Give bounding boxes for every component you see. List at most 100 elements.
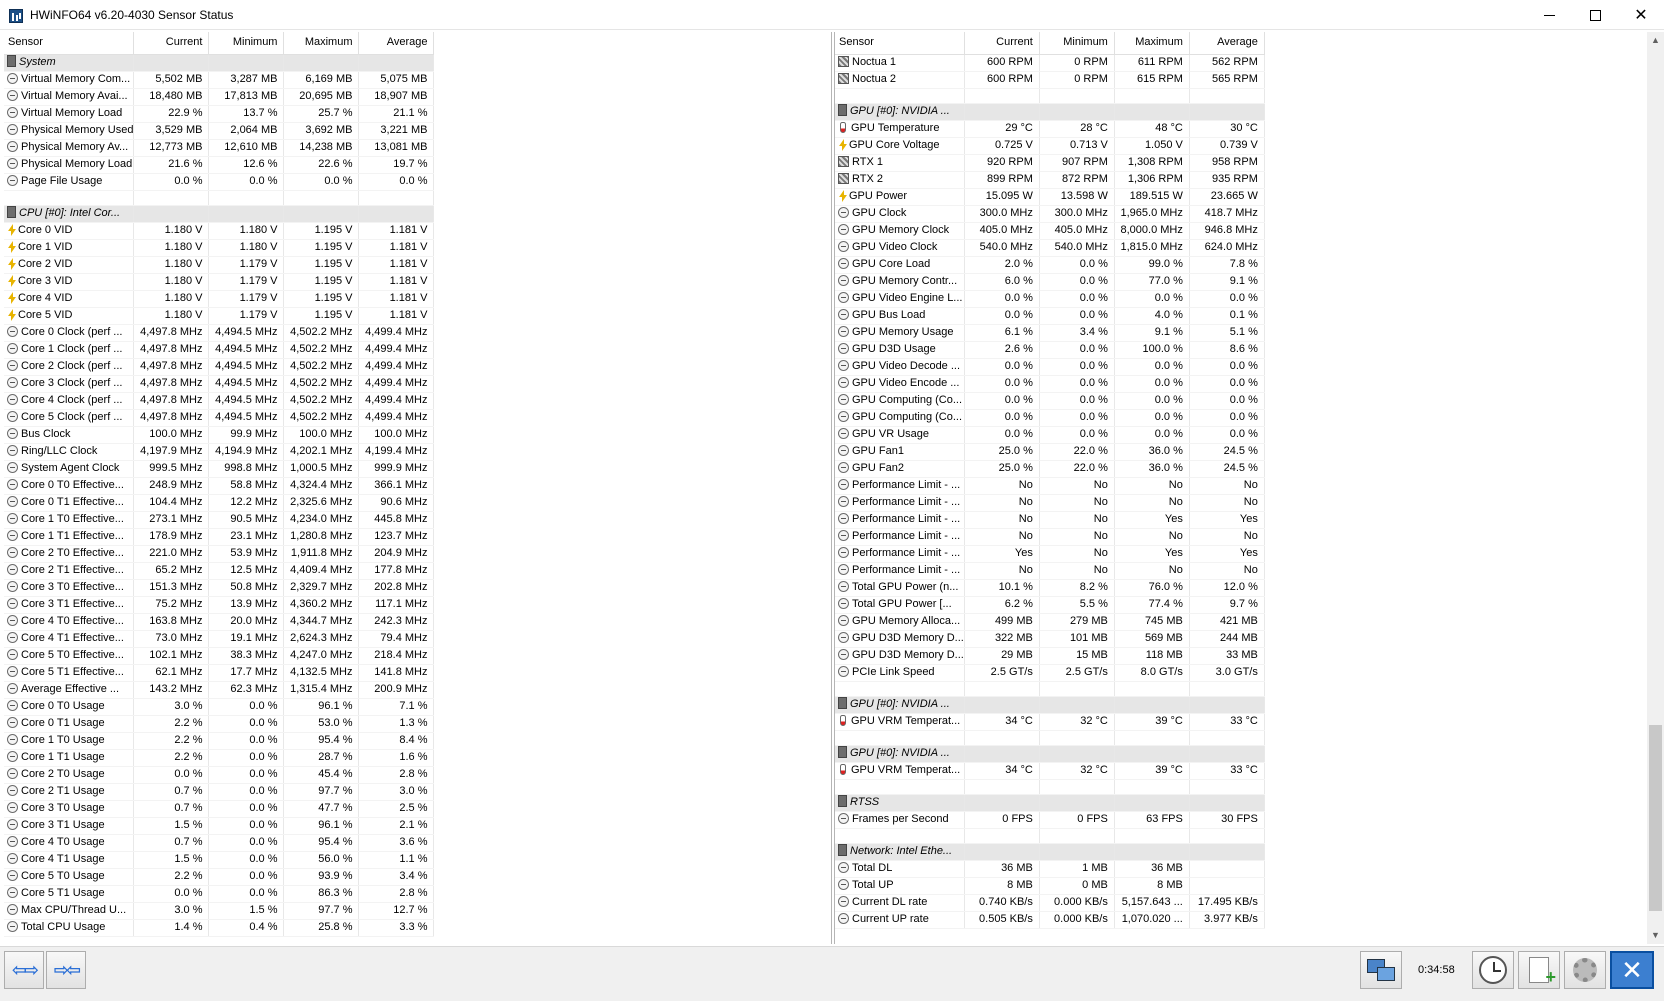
sensor-row[interactable]: Current DL rate 0.740 KB/s 0.000 KB/s 5,157… [835,894,1265,912]
sensor-row[interactable]: Core 1 T0 Effective... 273.1 MHz 90.5 MHz 4… [4,511,435,529]
sensor-row[interactable]: Page File Usage 0.0 % 0.0 % 0.0 % 0.0 % [4,173,435,191]
sensor-row[interactable]: Core 4 Clock (perf ... 4,497.8 MHz 4,494.5… [4,392,435,410]
sensor-row[interactable]: Core 4 T1 Usage 1.5 % 0.0 % 56.0 % 1.1 % [4,851,435,869]
sensor-row[interactable]: Core 5 T1 Effective... 62.1 MHz 17.7 MHz 4,… [4,664,435,682]
sensor-row[interactable]: Core 1 T1 Usage 2.2 % 0.0 % 28.7 % 1.6 % [4,749,435,767]
sensor-row[interactable]: Core 2 Clock (perf ... 4,497.8 MHz 4,494.5… [4,358,435,376]
sensor-row[interactable]: Core 1 T0 Usage 2.2 % 0.0 % 95.4 % 8.4 % [4,732,435,750]
logging-button[interactable] [1518,951,1560,989]
sensor-row[interactable]: RTX 2 899 RPM 872 RPM 1,306 RPM 935 RPM [835,171,1265,189]
sensor-row[interactable]: Core 2 T0 Effective... 221.0 MHz 53.9 MHz 1… [4,545,435,563]
sensor-row[interactable]: Core 3 T0 Usage 0.7 % 0.0 % 47.7 % 2.5 % [4,800,435,818]
sensor-row[interactable]: Core 4 T1 Effective... 73.0 MHz 19.1 MHz 2,… [4,630,435,648]
sensor-row[interactable]: Core 5 T0 Effective... 102.1 MHz 38.3 MHz 4… [4,647,435,665]
sensor-row[interactable]: Performance Limit - ... No No No No [835,477,1265,495]
sensor-row[interactable]: Physical Memory Av... 12,773 MB 12,610 MB 1… [4,139,435,157]
sensor-row[interactable]: GPU Core Voltage 0.725 V 0.713 V 1.050 V 0.7… [835,137,1265,155]
sensor-row[interactable]: GPU Clock 300.0 MHz 300.0 MHz 1,965.0 MHz 41… [835,205,1265,223]
sensor-group-row[interactable]: GPU [#0]: NVIDIA ... [835,103,1265,121]
column-header-minimum[interactable]: Minimum [1039,32,1115,55]
column-header-maximum[interactable]: Maximum [283,32,360,55]
sensor-row[interactable]: RTX 1 920 RPM 907 RPM 1,308 RPM 958 RPM [835,154,1265,172]
sensor-row[interactable]: Virtual Memory Avai... 18,480 MB 17,813 MB… [4,88,435,106]
sensor-row[interactable]: Core 1 T1 Effective... 178.9 MHz 23.1 MHz 1… [4,528,435,546]
column-header-sensor[interactable]: Sensor [835,32,965,55]
minimize-button[interactable] [1526,0,1572,30]
sensor-row[interactable]: Core 4 VID 1.180 V 1.179 V 1.195 V 1.181 V [4,290,435,308]
sensor-row[interactable]: GPU VRM Temperat... 34 °C 32 °C 39 °C 33 °C [835,762,1265,780]
sensor-row[interactable]: GPU D3D Memory D... 29 MB 15 MB 118 MB 33 MB [835,647,1265,665]
sensor-row[interactable]: Core 0 T0 Usage 3.0 % 0.0 % 96.1 % 7.1 % [4,698,435,716]
sensor-row[interactable]: Ring/LLC Clock 4,197.9 MHz 4,194.9 MHz 4,20… [4,443,435,461]
sensor-row[interactable]: GPU Video Encode ... 0.0 % 0.0 % 0.0 % 0.0 % [835,375,1265,393]
sensor-row[interactable]: Core 5 T0 Usage 2.2 % 0.0 % 93.9 % 3.4 % [4,868,435,886]
column-header-minimum[interactable]: Minimum [208,32,285,55]
sensor-group-row[interactable]: System [4,54,435,72]
settings-button[interactable] [1564,951,1606,989]
sensor-row[interactable]: Noctua 1 600 RPM 0 RPM 611 RPM 562 RPM [835,54,1265,72]
sensor-row[interactable]: GPU Computing (Co... 0.0 % 0.0 % 0.0 % 0.0 % [835,392,1265,410]
sensor-row[interactable]: Core 1 VID 1.180 V 1.180 V 1.195 V 1.181 V [4,239,435,257]
sensor-row[interactable]: GPU Video Clock 540.0 MHz 540.0 MHz 1,815.0… [835,239,1265,257]
scrollbar-thumb[interactable] [1649,725,1662,911]
sensor-row[interactable]: Average Effective ... 143.2 MHz 62.3 MHz 1,… [4,681,435,699]
sensor-group-row[interactable]: CPU [#0]: Intel Cor... [4,205,435,223]
sensor-row[interactable]: Core 5 T1 Usage 0.0 % 0.0 % 86.3 % 2.8 % [4,885,435,903]
sensor-row[interactable]: Core 5 Clock (perf ... 4,497.8 MHz 4,494.5… [4,409,435,427]
sensor-row[interactable]: GPU VR Usage 0.0 % 0.0 % 0.0 % 0.0 % [835,426,1265,444]
sensor-row[interactable]: Core 2 T1 Usage 0.7 % 0.0 % 97.7 % 3.0 % [4,783,435,801]
reset-timer-button[interactable] [1472,951,1514,989]
network-button[interactable] [1360,951,1402,989]
sensor-row[interactable]: Performance Limit - ... No No No No [835,528,1265,546]
sensor-row[interactable]: Core 3 Clock (perf ... 4,497.8 MHz 4,494.5… [4,375,435,393]
sensor-row[interactable]: Virtual Memory Load 22.9 % 13.7 % 25.7 % 21.… [4,105,435,123]
sensor-row[interactable]: GPU Power 15.095 W 13.598 W 189.515 W 23.665… [835,188,1265,206]
sensor-row[interactable]: GPU Memory Contr... 6.0 % 0.0 % 77.0 % 9.1 % [835,273,1265,291]
sensor-row[interactable]: Noctua 2 600 RPM 0 RPM 615 RPM 565 RPM [835,71,1265,89]
right-pane-scrollbar[interactable]: ▲ ▼ [1647,32,1664,944]
sensor-row[interactable]: Performance Limit - ... No No Yes Yes [835,511,1265,529]
sensor-row[interactable]: Core 3 T1 Usage 1.5 % 0.0 % 96.1 % 2.1 % [4,817,435,835]
sensor-row[interactable]: Performance Limit - ... No No No No [835,494,1265,512]
sensor-row[interactable]: Core 0 VID 1.180 V 1.180 V 1.195 V 1.181 V [4,222,435,240]
scroll-down-arrow[interactable]: ▼ [1647,927,1664,944]
sensor-row[interactable]: Total DL 36 MB 1 MB 36 MB [835,860,1265,878]
sensor-row[interactable]: GPU Video Engine L... 0.0 % 0.0 % 0.0 % 0.0 … [835,290,1265,308]
close-sensors-button[interactable]: ✕ [1610,951,1654,989]
sensor-row[interactable]: Core 3 T1 Effective... 75.2 MHz 13.9 MHz 4,… [4,596,435,614]
sensor-row[interactable]: Physical Memory Load 21.6 % 12.6 % 22.6 % 19… [4,156,435,174]
sensor-row[interactable]: GPU Memory Clock 405.0 MHz 405.0 MHz 8,000.… [835,222,1265,240]
sensor-row[interactable]: Physical Memory Used 3,529 MB 2,064 MB 3,69… [4,122,435,140]
sensor-row[interactable]: Bus Clock 100.0 MHz 99.9 MHz 100.0 MHz 100.0… [4,426,435,444]
sensor-row[interactable]: GPU Temperature 29 °C 28 °C 48 °C 30 °C [835,120,1265,138]
sensor-row[interactable]: GPU D3D Usage 2.6 % 0.0 % 100.0 % 8.6 % [835,341,1265,359]
sensor-row[interactable]: Total UP 8 MB 0 MB 8 MB [835,877,1265,895]
sensor-group-row[interactable]: GPU [#0]: NVIDIA ... [835,745,1265,763]
sensor-row[interactable]: GPU Memory Alloca... 499 MB 279 MB 745 MB 42… [835,613,1265,631]
sensor-row[interactable]: Current UP rate 0.505 KB/s 0.000 KB/s 1,070… [835,911,1265,929]
sensor-row[interactable]: GPU D3D Memory D... 322 MB 101 MB 569 MB 244… [835,630,1265,648]
collapse-columns-button[interactable]: ⇨⇦ [46,951,86,989]
column-header-maximum[interactable]: Maximum [1114,32,1190,55]
sensor-row[interactable]: Core 0 T1 Usage 2.2 % 0.0 % 53.0 % 1.3 % [4,715,435,733]
sensor-row[interactable]: Core 4 T0 Effective... 163.8 MHz 20.0 MHz 4… [4,613,435,631]
sensor-row[interactable]: Max CPU/Thread U... 3.0 % 1.5 % 97.7 % 12.7 … [4,902,435,920]
sensor-row[interactable]: Total GPU Power [... 6.2 % 5.5 % 77.4 % 9.7 … [835,596,1265,614]
scroll-up-arrow[interactable]: ▲ [1647,32,1664,49]
sensor-row[interactable]: Total CPU Usage 1.4 % 0.4 % 25.8 % 3.3 % [4,919,435,937]
sensor-row[interactable]: GPU Core Load 2.0 % 0.0 % 99.0 % 7.8 % [835,256,1265,274]
maximize-button[interactable] [1572,0,1618,30]
column-header-average[interactable]: Average [1189,32,1265,55]
sensor-row[interactable]: Core 3 VID 1.180 V 1.179 V 1.195 V 1.181 V [4,273,435,291]
sensor-row[interactable]: Core 5 VID 1.180 V 1.179 V 1.195 V 1.181 V [4,307,435,325]
sensor-row[interactable]: Virtual Memory Com... 5,502 MB 3,287 MB 6,1… [4,71,435,89]
sensor-group-row[interactable]: RTSS [835,794,1265,812]
sensor-row[interactable]: GPU Memory Usage 6.1 % 3.4 % 9.1 % 5.1 % [835,324,1265,342]
column-header-average[interactable]: Average [358,32,435,55]
sensor-row[interactable]: Core 1 Clock (perf ... 4,497.8 MHz 4,494.5… [4,341,435,359]
sensor-row[interactable]: GPU Bus Load 0.0 % 0.0 % 4.0 % 0.1 % [835,307,1265,325]
sensor-row[interactable]: Performance Limit - ... Yes No Yes Yes [835,545,1265,563]
sensor-row[interactable]: GPU Fan2 25.0 % 22.0 % 36.0 % 24.5 % [835,460,1265,478]
sensor-row[interactable]: Core 0 T1 Effective... 104.4 MHz 12.2 MHz 2… [4,494,435,512]
sensor-row[interactable]: Core 2 T0 Usage 0.0 % 0.0 % 45.4 % 2.8 % [4,766,435,784]
